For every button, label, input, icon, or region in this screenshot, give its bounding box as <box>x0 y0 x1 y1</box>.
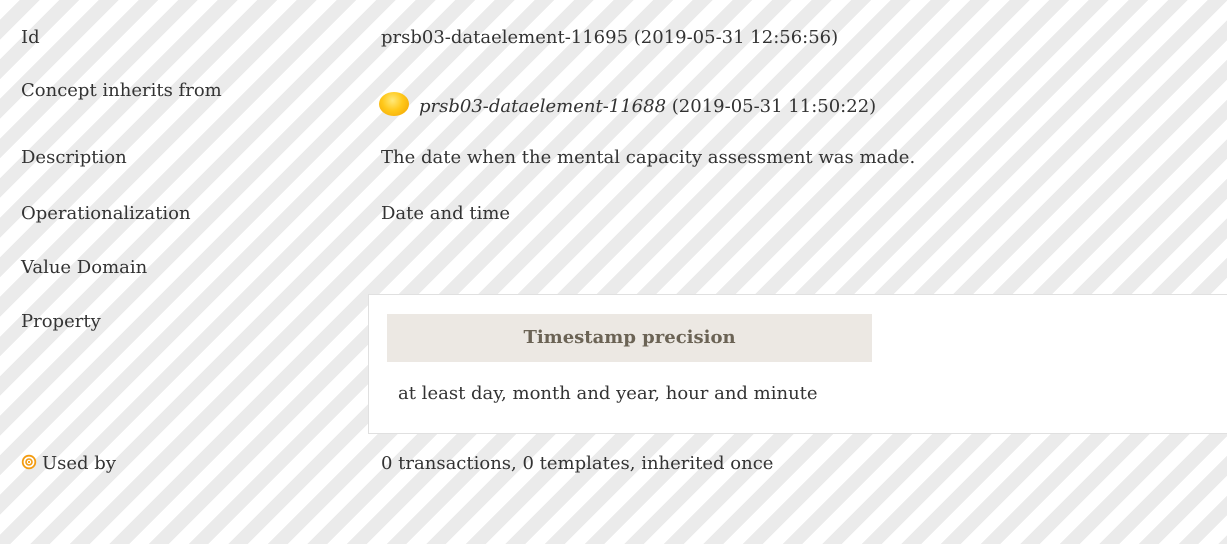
operationalization-label: Operationalization <box>21 203 191 224</box>
property-header-timestamp-precision: Timestamp precision <box>387 314 872 362</box>
description-label: Description <box>21 147 127 168</box>
inherits-link[interactable]: prsb03-dataelement-11688 <box>419 96 666 117</box>
property-label: Property <box>21 311 101 332</box>
property-table: Timestamp precision at least day, month … <box>368 294 1227 434</box>
property-value: at least day, month and year, hour and m… <box>398 383 818 404</box>
used-by-label: Used by <box>42 453 116 474</box>
id-label: Id <box>21 27 40 48</box>
concept-inherits-label: Concept inherits from <box>21 80 222 101</box>
inherits-date: (2019-05-31 11:50:22) <box>671 96 877 117</box>
description-value: The date when the mental capacity assess… <box>381 147 916 168</box>
used-by-value: 0 transactions, 0 templates, inherited o… <box>381 453 774 474</box>
used-by-label-wrap: Used by <box>21 453 116 474</box>
operationalization-value: Date and time <box>381 203 511 224</box>
id-value: prsb03-dataelement-11695 (2019-05-31 12:… <box>381 27 839 48</box>
value-domain-label: Value Domain <box>21 257 148 278</box>
target-icon <box>21 454 37 470</box>
status-ball-icon <box>379 92 409 116</box>
concept-inherits-value: prsb03-dataelement-11688 (2019-05-31 11:… <box>379 92 877 117</box>
